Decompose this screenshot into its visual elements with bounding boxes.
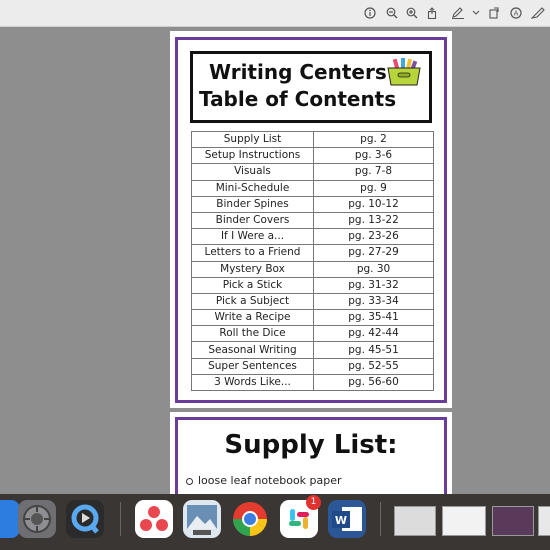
toc-section-cell: Pick a Stick [191,276,314,294]
title-box: Writing Centers Table of Contents [190,51,432,123]
info-icon[interactable] [362,5,378,21]
asana-icon[interactable] [135,500,173,538]
toc-section-cell: Binder Covers [191,211,314,230]
macos-dock: 1 W [0,494,550,550]
dock-divider [120,502,121,536]
table-row: Visuals pg. 7-8 [191,163,434,181]
markup-pen-icon[interactable] [450,5,466,21]
toc-section-cell: Seasonal Writing [191,341,314,359]
word-icon[interactable]: W [328,500,366,538]
toc-section-cell: Write a Recipe [191,309,314,327]
toc-pages-cell: pg. 2 [313,130,434,149]
table-row: Super Sentences pg. 52-55 [191,357,434,375]
table-row: Roll the Dice pg. 42-44 [191,325,434,343]
table-row: 3 Words Like... pg. 56-60 [191,373,434,392]
toc-section-cell: Pick a Subject [191,292,314,311]
toc-section-cell: Visuals [191,163,314,181]
sidebar-icon[interactable] [530,5,546,21]
table-row: Mystery Box pg. 30 [191,260,434,278]
toc-pages-cell: pg. 30 [313,260,434,278]
toc-section-cell: Mystery Box [191,260,314,278]
quicktime-icon[interactable] [66,500,104,538]
table-row: Letters to a Friend pg. 27-29 [191,244,434,262]
share-icon[interactable] [424,5,440,21]
toc-section-cell: Roll the Dice [191,325,314,343]
toc-pages-cell: pg. 23-26 [313,228,434,246]
toc-pages-cell: pg. 42-44 [313,325,434,343]
preview-icon[interactable] [183,500,221,538]
list-item: loose leaf notebook paper [186,474,342,487]
rotate-icon[interactable] [486,5,502,21]
supply-box-icon [387,58,421,86]
title-line-1: Writing Centers [209,60,387,84]
zoom-out-icon[interactable] [384,5,400,21]
toc-section-cell: If I Were a... [191,228,314,246]
minimized-window-thumbnail[interactable] [442,506,486,536]
supply-item-text: loose leaf notebook paper [198,474,342,487]
table-row: Binder Covers pg. 13-22 [191,211,434,230]
pdf-page-2: Supply List: loose leaf notebook paper [170,412,452,494]
table-row: Mini-Schedule pg. 9 [191,179,434,197]
highlight-icon[interactable]: A [508,5,524,21]
minimized-window-thumbnail[interactable] [538,506,550,536]
toc-section-cell: Mini-Schedule [191,179,314,197]
table-row: Supply List pg. 2 [191,130,434,149]
toc-pages-cell: pg. 3-6 [313,147,434,165]
toc-pages-cell: pg. 7-8 [313,163,434,181]
svg-text:A: A [514,10,519,18]
minimized-window-thumbnail[interactable] [394,506,436,536]
title-line-2: Table of Contents [199,87,397,111]
toc-section-cell: Super Sentences [191,357,314,375]
table-row: Pick a Subject pg. 33-34 [191,292,434,311]
svg-text:W: W [335,514,347,527]
notification-badge: 1 [306,495,321,510]
zoom-in-icon[interactable] [404,5,420,21]
table-row: Write a Recipe pg. 35-41 [191,309,434,327]
supply-list-heading: Supply List: [224,430,398,460]
bullet-icon [186,477,193,485]
toc-pages-cell: pg. 13-22 [313,211,434,230]
toc-pages-cell: pg. 31-32 [313,276,434,294]
table-row: Binder Spines pg. 10-12 [191,195,434,213]
toc-section-cell: 3 Words Like... [191,373,314,392]
table-row: Setup Instructions pg. 3-6 [191,147,434,165]
toc-section-cell: Supply List [191,130,314,149]
system-preferences-icon[interactable] [18,500,56,538]
table-row: Seasonal Writing pg. 45-51 [191,341,434,359]
finder-icon[interactable] [0,500,20,538]
toc-pages-cell: pg. 45-51 [313,341,434,359]
chevron-down-icon[interactable] [468,5,484,21]
dock-divider [380,502,381,536]
toc-pages-cell: pg. 27-29 [313,244,434,262]
toc-pages-cell: pg. 35-41 [313,309,434,327]
toc-pages-cell: pg. 9 [313,179,434,197]
table-row: If I Were a... pg. 23-26 [191,228,434,246]
toc-pages-cell: pg. 33-34 [313,292,434,311]
toc-section-cell: Binder Spines [191,195,314,213]
table-row: Pick a Stick pg. 31-32 [191,276,434,294]
pdf-toolbar: A [0,0,550,27]
pdf-page-1: Writing Centers Table of Contents Supply… [170,31,452,408]
minimized-window-thumbnail[interactable] [492,506,534,536]
toc-section-cell: Setup Instructions [191,147,314,165]
toc-section-cell: Letters to a Friend [191,244,314,262]
toc-pages-cell: pg. 56-60 [313,373,434,392]
pdf-viewer-area[interactable]: Writing Centers Table of Contents Supply… [0,27,550,494]
table-of-contents: Supply List pg. 2 Setup Instructions pg. 3-… [191,130,434,392]
toc-pages-cell: pg. 52-55 [313,357,434,375]
chrome-icon[interactable] [231,500,269,538]
toc-pages-cell: pg. 10-12 [313,195,434,213]
